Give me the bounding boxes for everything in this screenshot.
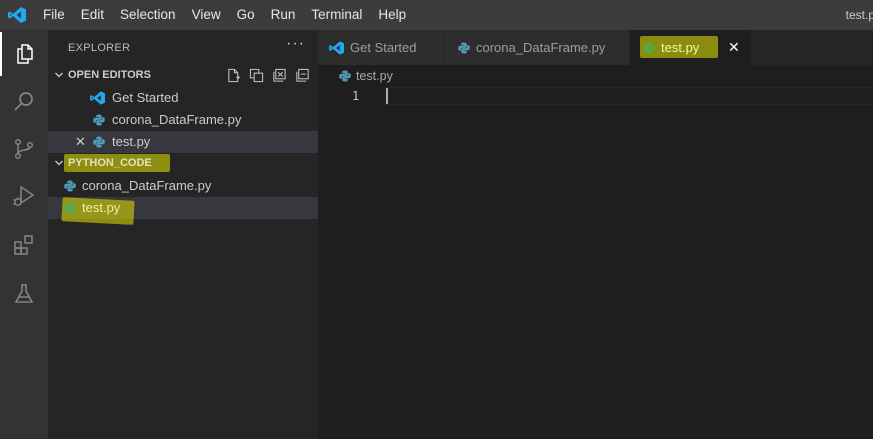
open-editors-section[interactable]: OPEN EDITORS [48,65,318,87]
save-all-icon[interactable] [249,68,264,83]
vscode-icon [90,91,105,105]
breadcrumb-file[interactable]: test.py [356,69,393,83]
run-debug-icon[interactable] [0,174,48,218]
extensions-icon[interactable] [0,223,48,267]
python-icon [93,114,105,126]
breadcrumb: test.py [318,65,873,87]
close-icon[interactable]: ✕ [728,39,740,56]
open-editors-title: OPEN EDITORS [68,69,151,81]
vscode-icon [329,41,344,55]
text-cursor [386,88,388,104]
tab-get-started[interactable]: Get Started [318,30,444,65]
python-icon [643,42,655,54]
explorer-icon[interactable] [0,32,48,76]
source-control-icon[interactable] [0,127,48,171]
folder-section[interactable]: PYTHON_CODE [48,153,318,175]
testing-icon[interactable] [0,272,48,316]
menu-go[interactable]: Go [229,0,263,30]
more-actions-icon[interactable]: ··· [286,35,305,53]
close-icon[interactable]: ✕ [75,134,86,150]
file-label: corona_DataFrame.py [82,178,212,193]
activity-bar [0,30,48,439]
menu-terminal[interactable]: Terminal [303,0,370,30]
menu-help[interactable]: Help [370,0,414,30]
file-label: test.py [82,200,121,215]
tab-test-py[interactable]: test.py ✕ [630,30,750,65]
explorer-title: EXPLORER [68,42,131,54]
search-icon[interactable] [0,80,48,124]
python-icon [339,70,351,82]
menu-bar: File Edit Selection View Go Run Terminal… [35,0,414,30]
open-editor-label: Get Started [112,90,179,105]
open-editor-get-started[interactable]: Get Started [48,87,318,109]
tab-label: corona_DataFrame.py [476,40,606,55]
menu-selection[interactable]: Selection [112,0,184,30]
open-editor-test-py[interactable]: ✕ test.py [48,131,318,153]
menu-file[interactable]: File [35,0,73,30]
tab-corona-dataframe[interactable]: corona_DataFrame.py [445,30,629,65]
current-line-highlight [380,87,873,105]
open-editor-corona-dataframe[interactable]: corona_DataFrame.py [48,109,318,131]
line-number: 1 [352,89,360,103]
title-bar: File Edit Selection View Go Run Terminal… [0,0,873,30]
tab-label: test.py [661,40,700,55]
file-test-py[interactable]: test.py [48,197,318,225]
explorer-sidebar: EXPLORER ··· OPEN EDITORS Get Started co… [48,30,318,439]
code-editor[interactable]: 1 [318,87,873,439]
open-editor-label: corona_DataFrame.py [112,112,242,127]
window-title: test.py [845,8,873,22]
open-editor-label: test.py [112,134,151,149]
open-editors-actions [226,68,310,83]
chevron-down-icon [55,160,63,166]
chevron-down-icon [55,72,63,78]
file-corona-dataframe[interactable]: corona_DataFrame.py [48,175,318,197]
python-icon [64,202,76,214]
folder-title: PYTHON_CODE [68,157,152,169]
menu-run[interactable]: Run [263,0,304,30]
collapse-all-icon[interactable] [295,68,310,83]
editor-tab-bar: Get Started corona_DataFrame.py test.py … [318,30,873,65]
tab-label: Get Started [350,40,417,55]
menu-view[interactable]: View [184,0,229,30]
python-icon [93,136,105,148]
python-icon [458,42,470,54]
close-all-icon[interactable] [272,68,287,83]
new-file-icon[interactable] [226,68,241,83]
vscode-logo-icon [8,7,26,23]
menu-edit[interactable]: Edit [73,0,112,30]
python-icon [64,180,76,192]
